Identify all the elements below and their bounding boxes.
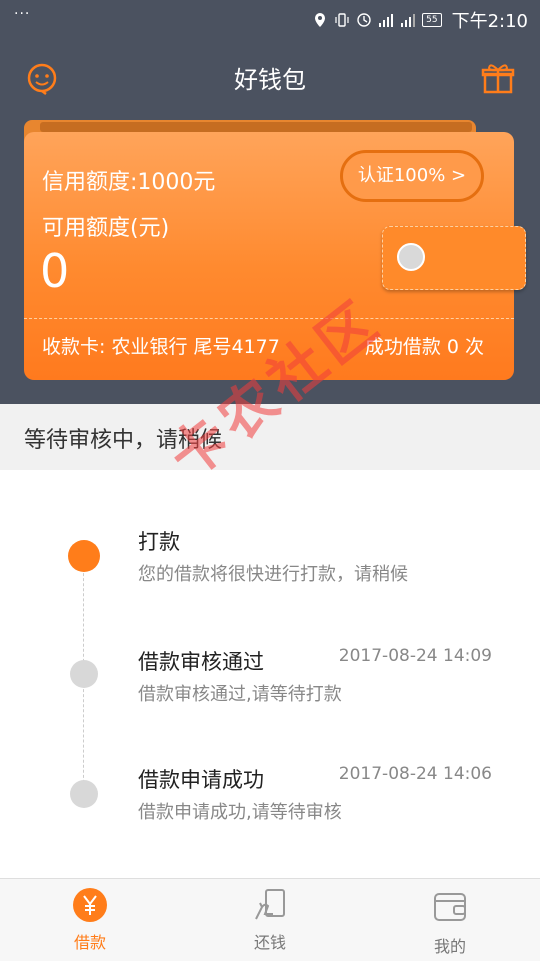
timeline-step-title: 借款申请成功: [138, 768, 264, 792]
tab-repay[interactable]: 还钱: [180, 879, 360, 961]
signal-4g-icon: [401, 14, 416, 27]
certification-button[interactable]: 认证100% >: [340, 150, 484, 202]
success-loan-count: 成功借款 0 次: [364, 336, 484, 358]
notification-dots: ···: [14, 6, 31, 22]
available-value: 0: [40, 244, 70, 298]
timeline-step-time: 2017-08-24 14:06: [338, 764, 492, 784]
wallet-card: 信用额度:1000元 可用额度(元) 0 认证100% > 收款卡: 农业银行 …: [24, 132, 526, 380]
review-status-banner: 等待审核中，请稍候: [0, 404, 540, 470]
gift-icon[interactable]: [480, 60, 516, 96]
timeline-step-desc: 借款申请成功,请等待审核: [138, 802, 342, 823]
tab-label: 借款: [73, 933, 106, 952]
wallet-divider: [24, 318, 514, 319]
vibrate-icon: [335, 13, 349, 27]
clock: 下午2:10: [451, 11, 528, 32]
status-icons: 55 下午2:10: [312, 7, 528, 33]
review-status-text: 等待审核中，请稍候: [24, 428, 223, 453]
timeline-dot: [70, 660, 98, 688]
wallet-back-strip: [40, 122, 472, 132]
tab-label: 还钱: [253, 933, 286, 952]
progress-timeline: 打款 您的借款将很快进行打款，请稍候 借款审核通过 2017-08-24 14:…: [0, 470, 540, 878]
wallet-clasp: [382, 226, 526, 290]
timeline-step-title: 借款审核通过: [138, 650, 264, 674]
battery-icon: 55: [422, 13, 442, 27]
repay-icon: [255, 889, 285, 920]
credit-limit: 信用额度:1000元: [42, 170, 216, 195]
header: 好钱包 信用额度:1000元 可用额度(元) 0 认证100% > 收款卡: 农…: [0, 36, 540, 404]
clasp-button-icon: [397, 243, 425, 271]
bottom-tab-bar: 借款 还钱 我的: [0, 878, 540, 961]
timeline-step-desc: 您的借款将很快进行打款，请稍候: [138, 564, 408, 585]
tab-label: 我的: [433, 937, 466, 956]
timeline-dot-active: [68, 540, 100, 572]
signal-icon: [379, 14, 394, 27]
timeline-step-time: 2017-08-24 14:09: [338, 646, 492, 666]
yen-icon: [73, 888, 107, 922]
page-title: 好钱包: [234, 66, 306, 94]
bank-card-info: 收款卡: 农业银行 尾号4177: [42, 336, 280, 358]
tab-mine[interactable]: 我的: [360, 879, 540, 961]
timeline-step-title: 打款: [138, 530, 180, 554]
tab-borrow[interactable]: 借款: [0, 879, 180, 961]
available-label: 可用额度(元): [42, 216, 170, 241]
location-icon: [315, 13, 326, 27]
status-bar: ··· 55 下午2:10: [0, 0, 540, 36]
wallet-icon: [434, 893, 466, 921]
timeline-dot: [70, 780, 98, 808]
timeline-step-desc: 借款审核通过,请等待打款: [138, 684, 342, 705]
alarm-icon: [357, 13, 371, 27]
